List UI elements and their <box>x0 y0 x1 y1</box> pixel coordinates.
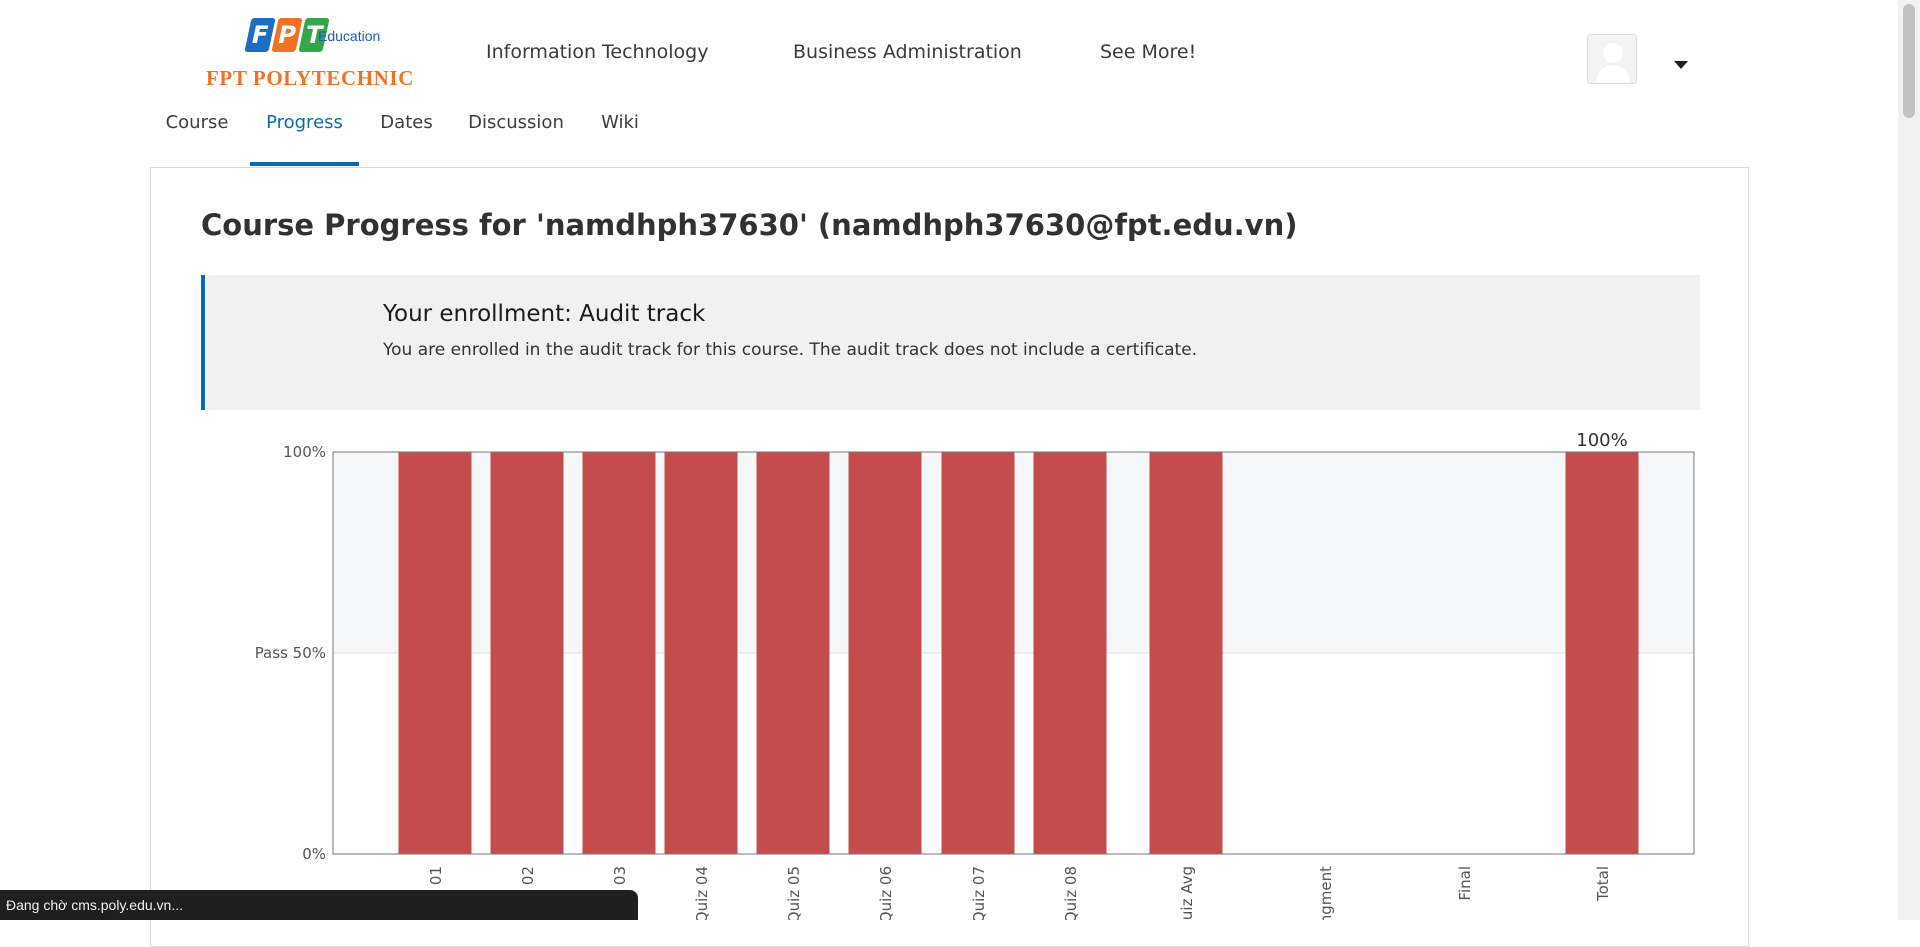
caret-down-icon[interactable] <box>1674 61 1688 69</box>
avatar-head-shape <box>1603 43 1623 63</box>
enrollment-text: You are enrolled in the audit track for … <box>383 340 1198 360</box>
tab-dates[interactable]: Dates <box>379 112 434 166</box>
tab-course[interactable]: Course <box>164 112 230 166</box>
user-avatar-icon[interactable] <box>1587 34 1637 84</box>
nav-information-technology[interactable]: Information Technology <box>486 41 708 63</box>
fpt-logo-mark: F P T <box>244 18 330 52</box>
page-scrollbar[interactable] <box>1898 0 1920 920</box>
fpt-logo[interactable]: F P T Education FPT POLYTECHNIC <box>204 16 424 92</box>
browser-status-bar: Đang chờ cms.poly.edu.vn... <box>0 890 638 920</box>
scroll-thumb[interactable] <box>1903 4 1915 118</box>
logo-tile-p: P <box>271 18 303 52</box>
nav-see-more[interactable]: See More! <box>1100 41 1196 63</box>
progress-panel: Course Progress for 'namdhph37630' (namd… <box>150 167 1749 947</box>
enrollment-title: Your enrollment: Audit track <box>383 301 706 327</box>
logo-tile-f: F <box>244 18 276 52</box>
logo-education-text: Education <box>318 28 381 44</box>
nav-business-administration[interactable]: Business Administration <box>793 41 1022 63</box>
tab-progress[interactable]: Progress <box>250 112 359 166</box>
enrollment-message: Your enrollment: Audit track You are enr… <box>201 275 1700 410</box>
avatar-body-shape <box>1596 65 1630 83</box>
page-title: Course Progress for 'namdhph37630' (namd… <box>201 208 1298 242</box>
tab-wiki[interactable]: Wiki <box>598 112 642 166</box>
logo-polytechnic-text: FPT POLYTECHNIC <box>206 66 414 90</box>
tab-discussion[interactable]: Discussion <box>468 112 564 166</box>
